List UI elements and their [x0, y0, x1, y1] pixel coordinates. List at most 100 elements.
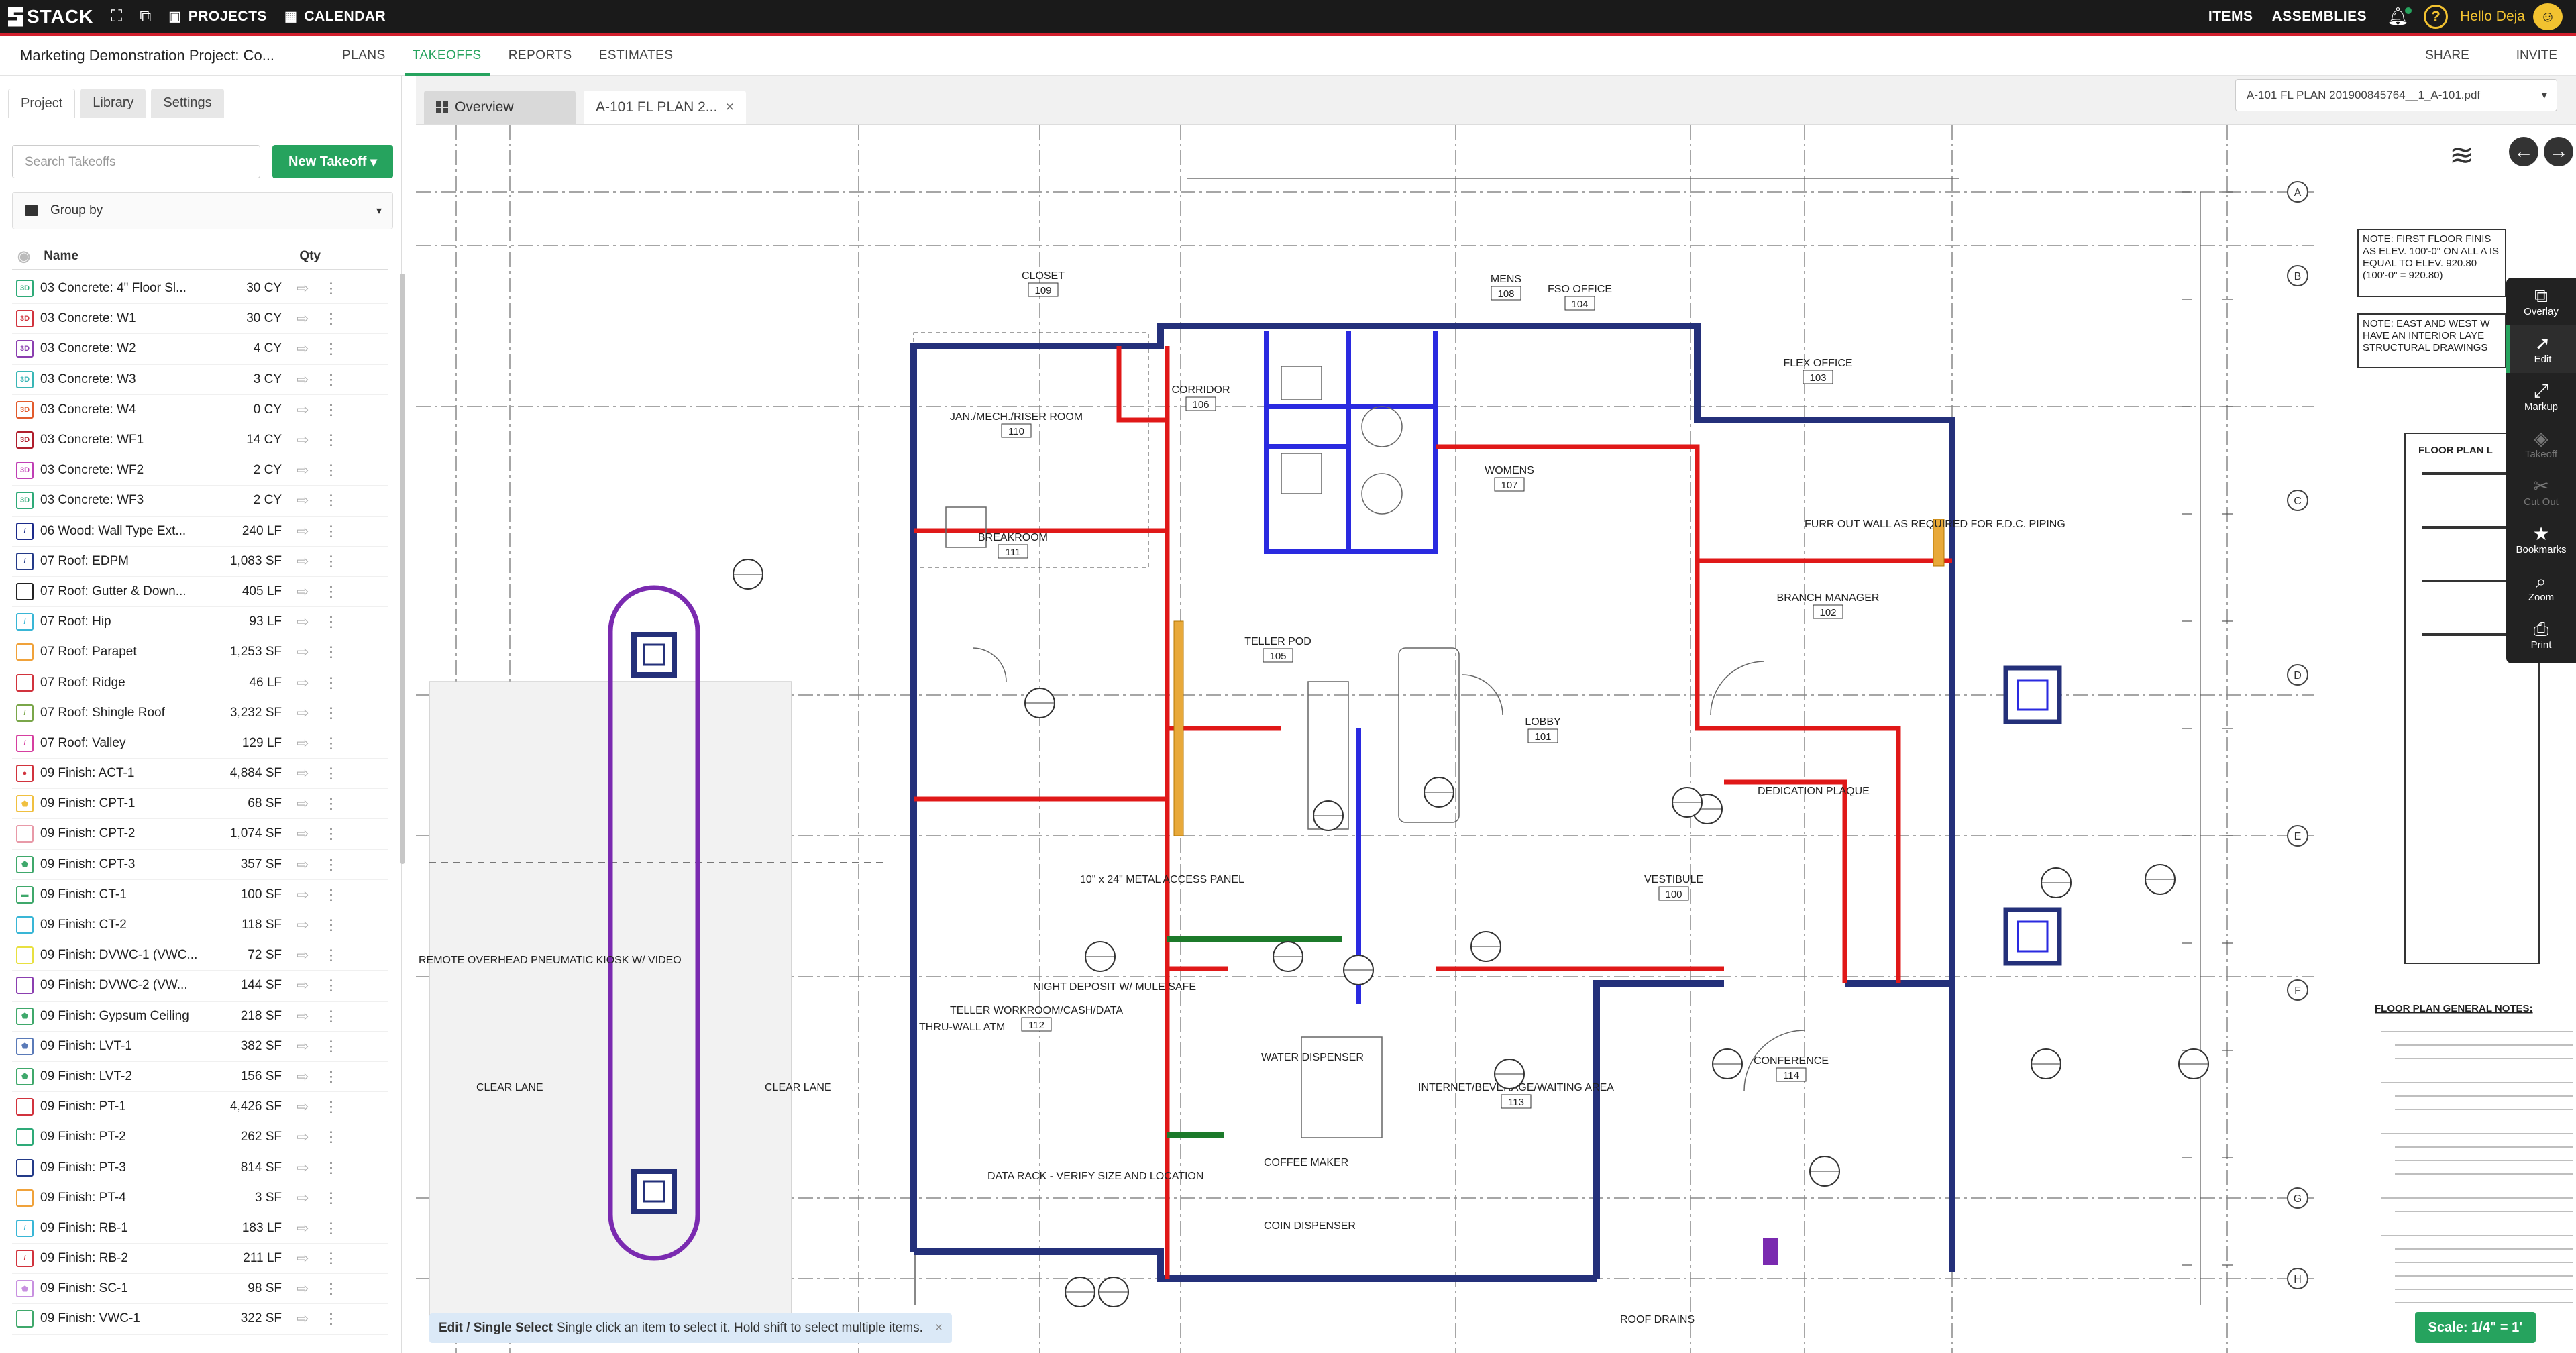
- go-to-takeoff-arrow-icon[interactable]: ⇨: [297, 643, 309, 661]
- go-to-takeoff-arrow-icon[interactable]: ⇨: [297, 977, 309, 994]
- takeoff-color-swatch[interactable]: ⬟: [16, 1007, 34, 1025]
- tab-sheet[interactable]: A-101 FL PLAN 2... ×: [584, 91, 746, 124]
- takeoff-row[interactable]: 09 Finish: PT-4 3 SF ⇨ ⋮: [12, 1183, 388, 1213]
- more-options-icon[interactable]: ⋮: [323, 735, 338, 752]
- takeoff-row[interactable]: / 09 Finish: RB-2 211 LF ⇨ ⋮: [12, 1244, 388, 1275]
- more-options-icon[interactable]: ⋮: [323, 674, 338, 692]
- new-takeoff-button[interactable]: New Takeoff ▾: [272, 145, 393, 178]
- more-options-icon[interactable]: ⋮: [323, 1128, 338, 1146]
- go-to-takeoff-arrow-icon[interactable]: ⇨: [297, 1189, 309, 1207]
- tab-estimates[interactable]: ESTIMATES: [599, 36, 674, 76]
- go-to-takeoff-arrow-icon[interactable]: ⇨: [297, 1220, 309, 1237]
- takeoff-color-swatch[interactable]: /: [16, 613, 34, 631]
- takeoff-color-swatch[interactable]: 3D: [16, 400, 34, 419]
- takeoff-color-swatch[interactable]: [16, 977, 34, 995]
- takeoff-color-swatch[interactable]: [16, 673, 34, 692]
- more-options-icon[interactable]: ⋮: [323, 825, 338, 843]
- more-options-icon[interactable]: ⋮: [323, 886, 338, 904]
- more-options-icon[interactable]: ⋮: [323, 462, 338, 479]
- more-options-icon[interactable]: ⋮: [323, 643, 338, 661]
- sidebar-scrollbar[interactable]: [400, 274, 405, 864]
- takeoff-color-swatch[interactable]: /: [16, 522, 34, 540]
- go-to-takeoff-arrow-icon[interactable]: ⇨: [297, 1038, 309, 1055]
- takeoff-row[interactable]: 07 Roof: Gutter & Down... 405 LF ⇨ ⋮: [12, 577, 388, 608]
- go-to-takeoff-arrow-icon[interactable]: ⇨: [297, 1128, 309, 1146]
- more-options-icon[interactable]: ⋮: [323, 1280, 338, 1297]
- layers-icon[interactable]: ≋: [2449, 138, 2474, 172]
- takeoff-color-swatch[interactable]: ●: [16, 765, 34, 783]
- go-to-takeoff-arrow-icon[interactable]: ⇨: [297, 886, 309, 904]
- share-button[interactable]: SHARE: [2425, 48, 2469, 63]
- stack-logo[interactable]: STACK: [8, 6, 93, 28]
- takeoff-row[interactable]: ● 09 Finish: ACT-1 4,884 SF ⇨ ⋮: [12, 759, 388, 790]
- takeoff-color-swatch[interactable]: /: [16, 734, 34, 752]
- tab-plans[interactable]: PLANS: [342, 36, 386, 76]
- more-options-icon[interactable]: ⋮: [323, 492, 338, 509]
- go-to-takeoff-arrow-icon[interactable]: ⇨: [297, 280, 309, 297]
- go-to-takeoff-arrow-icon[interactable]: ⇨: [297, 856, 309, 873]
- go-to-takeoff-arrow-icon[interactable]: ⇨: [297, 523, 309, 540]
- scale-button[interactable]: Scale: 1/4" = 1': [2414, 1312, 2536, 1343]
- more-options-icon[interactable]: ⋮: [323, 795, 338, 812]
- takeoff-row[interactable]: 3D 03 Concrete: WF3 2 CY ⇨ ⋮: [12, 486, 388, 517]
- go-to-takeoff-arrow-icon[interactable]: ⇨: [297, 1068, 309, 1085]
- arrow-right-icon[interactable]: →: [2544, 137, 2573, 166]
- takeoff-color-swatch[interactable]: [16, 1189, 34, 1207]
- takeoff-color-swatch[interactable]: /: [16, 552, 34, 570]
- more-options-icon[interactable]: ⋮: [323, 1250, 338, 1267]
- takeoff-color-swatch[interactable]: [16, 825, 34, 843]
- takeoff-color-swatch[interactable]: ⬟: [16, 1280, 34, 1298]
- takeoff-color-swatch[interactable]: [16, 1158, 34, 1177]
- more-options-icon[interactable]: ⋮: [323, 371, 338, 388]
- takeoff-row[interactable]: 3D 03 Concrete: W4 0 CY ⇨ ⋮: [12, 395, 388, 425]
- tool-zoom[interactable]: ⌕ Zoom: [2506, 563, 2576, 611]
- takeoff-row[interactable]: 09 Finish: PT-1 4,426 SF ⇨ ⋮: [12, 1092, 388, 1123]
- tool-bookmarks[interactable]: ★ Bookmarks: [2506, 516, 2576, 563]
- takeoff-row[interactable]: 09 Finish: CPT-2 1,074 SF ⇨ ⋮: [12, 819, 388, 850]
- takeoff-row[interactable]: 09 Finish: PT-3 814 SF ⇨ ⋮: [12, 1152, 388, 1183]
- tab-overview[interactable]: Overview: [424, 91, 576, 124]
- go-to-takeoff-arrow-icon[interactable]: ⇨: [297, 553, 309, 570]
- nav-projects[interactable]: ▣ PROJECTS: [168, 8, 267, 25]
- takeoff-row[interactable]: / 09 Finish: RB-1 183 LF ⇨ ⋮: [12, 1213, 388, 1244]
- takeoff-row[interactable]: 09 Finish: CT-2 118 SF ⇨ ⋮: [12, 910, 388, 941]
- more-options-icon[interactable]: ⋮: [323, 765, 338, 782]
- external-link-icon[interactable]: ⧉: [140, 7, 151, 26]
- column-qty-header[interactable]: Qty: [299, 249, 321, 264]
- column-name-header[interactable]: Name: [44, 249, 78, 264]
- takeoff-row[interactable]: 07 Roof: Ridge 46 LF ⇨ ⋮: [12, 667, 388, 698]
- more-options-icon[interactable]: ⋮: [323, 310, 338, 327]
- takeoff-row[interactable]: ⬟ 09 Finish: LVT-1 382 SF ⇨ ⋮: [12, 1032, 388, 1062]
- takeoff-row[interactable]: ⬟ 09 Finish: Gypsum Ceiling 218 SF ⇨ ⋮: [12, 1002, 388, 1032]
- more-options-icon[interactable]: ⋮: [323, 1098, 338, 1116]
- takeoff-color-swatch[interactable]: 3D: [16, 280, 34, 298]
- takeoff-row[interactable]: ▬ 09 Finish: CT-1 100 SF ⇨ ⋮: [12, 880, 388, 910]
- takeoff-row[interactable]: / 07 Roof: Hip 93 LF ⇨ ⋮: [12, 607, 388, 638]
- go-to-takeoff-arrow-icon[interactable]: ⇨: [297, 401, 309, 419]
- go-to-takeoff-arrow-icon[interactable]: ⇨: [297, 431, 309, 449]
- go-to-takeoff-arrow-icon[interactable]: ⇨: [297, 825, 309, 843]
- takeoff-row[interactable]: 3D 03 Concrete: W2 4 CY ⇨ ⋮: [12, 334, 388, 365]
- more-options-icon[interactable]: ⋮: [323, 977, 338, 994]
- invite-button[interactable]: INVITE: [2516, 48, 2557, 63]
- nav-calendar[interactable]: ▦ CALENDAR: [284, 8, 386, 25]
- takeoff-row[interactable]: 3D 03 Concrete: 4" Floor Sl... 30 CY ⇨ ⋮: [12, 274, 388, 305]
- go-to-takeoff-arrow-icon[interactable]: ⇨: [297, 492, 309, 509]
- more-options-icon[interactable]: ⋮: [323, 946, 338, 964]
- go-to-takeoff-arrow-icon[interactable]: ⇨: [297, 1250, 309, 1267]
- takeoff-color-swatch[interactable]: [16, 1310, 34, 1328]
- go-to-takeoff-arrow-icon[interactable]: ⇨: [297, 765, 309, 782]
- go-to-takeoff-arrow-icon[interactable]: ⇨: [297, 613, 309, 631]
- go-to-takeoff-arrow-icon[interactable]: ⇨: [297, 462, 309, 479]
- takeoff-row[interactable]: / 07 Roof: EDPM 1,083 SF ⇨ ⋮: [12, 547, 388, 577]
- tool-print[interactable]: ⎙ Print: [2506, 611, 2576, 659]
- go-to-takeoff-arrow-icon[interactable]: ⇨: [297, 795, 309, 812]
- more-options-icon[interactable]: ⋮: [323, 583, 338, 600]
- takeoff-color-swatch[interactable]: 3D: [16, 340, 34, 358]
- more-options-icon[interactable]: ⋮: [323, 1008, 338, 1025]
- takeoff-color-swatch[interactable]: [16, 582, 34, 600]
- user-avatar[interactable]: ☺: [2533, 3, 2563, 30]
- close-icon[interactable]: ×: [935, 1321, 943, 1336]
- nav-assemblies[interactable]: ASSEMBLIES: [2272, 9, 2367, 25]
- more-options-icon[interactable]: ⋮: [323, 1220, 338, 1237]
